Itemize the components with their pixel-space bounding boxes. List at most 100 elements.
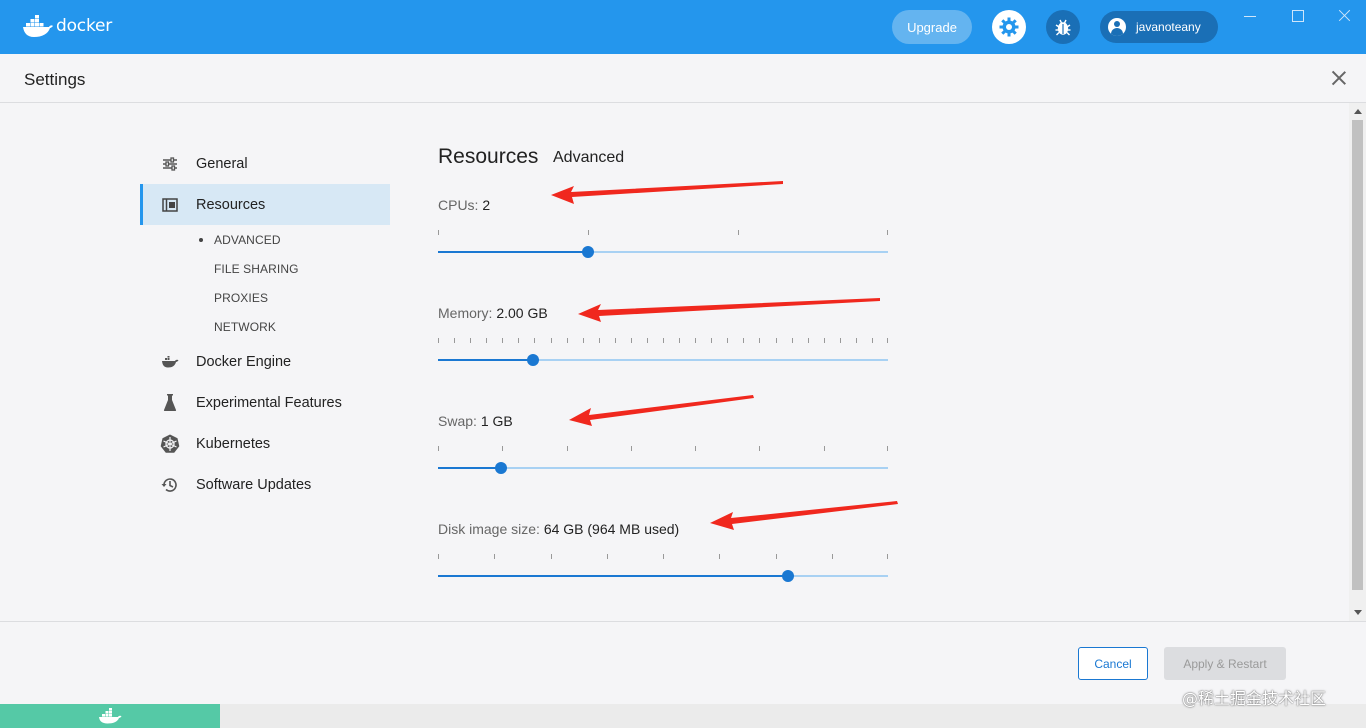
close-window-button[interactable] (1337, 8, 1351, 22)
slider-thumb[interactable] (582, 246, 594, 258)
sidebar-item-label: Experimental Features (196, 394, 342, 411)
slider-thumb[interactable] (527, 354, 539, 366)
slider-tick (551, 338, 552, 343)
swap-slider[interactable] (438, 440, 888, 480)
sidebar-item-experimental-features[interactable]: Experimental Features (140, 382, 390, 423)
cpus-value: 2 (482, 197, 491, 213)
slider-tick (438, 338, 439, 343)
memory-label: Memory: 2.00 GB (438, 305, 548, 321)
sidebar-item-resources[interactable]: Resources (140, 184, 390, 225)
status-bar (0, 704, 220, 728)
footer-divider (0, 621, 1366, 622)
settings-button[interactable] (992, 10, 1026, 44)
sidebar-item-software-updates[interactable]: Software Updates (140, 464, 390, 505)
resources-icon (160, 195, 180, 215)
scroll-up-arrow-icon[interactable] (1354, 109, 1362, 114)
annotation-arrow-cpus (551, 181, 783, 204)
slider-thumb[interactable] (495, 462, 507, 474)
cpus-label-text: CPUs: (438, 197, 479, 213)
maximize-window-button[interactable] (1292, 10, 1304, 22)
slider-tick (583, 338, 584, 343)
slider-tick (743, 338, 744, 343)
sidebar-item-general[interactable]: General (140, 143, 390, 184)
slider-tick (887, 338, 888, 343)
docker-status-whale-icon (99, 708, 122, 724)
sidebar-item-docker-engine[interactable]: Docker Engine (140, 341, 390, 382)
history-clock-icon (160, 475, 180, 495)
slider-tick (776, 554, 777, 559)
disk-slider[interactable] (438, 548, 888, 588)
account-button[interactable]: javanoteany (1100, 11, 1218, 43)
flask-icon (160, 393, 180, 413)
top-bar: docker Upgrade javanoteany (0, 0, 1366, 54)
close-settings-icon[interactable] (1331, 70, 1347, 86)
slider-tick (776, 338, 777, 343)
cancel-button[interactable]: Cancel (1078, 647, 1148, 680)
scroll-down-arrow-icon[interactable] (1354, 610, 1362, 615)
slider-tick (840, 338, 841, 343)
slider-fill (438, 251, 588, 253)
upgrade-button[interactable]: Upgrade (892, 10, 972, 44)
cpus-slider[interactable] (438, 224, 888, 264)
slider-tick (494, 554, 495, 559)
slider-tick (502, 338, 503, 343)
slider-tick (663, 338, 664, 343)
page-title: Settings (24, 70, 86, 89)
slider-tick (599, 338, 600, 343)
slider-tick (832, 554, 833, 559)
slider-thumb[interactable] (782, 570, 794, 582)
apply-restart-button[interactable]: Apply & Restart (1164, 647, 1286, 680)
slider-fill (438, 467, 501, 469)
scroll-thumb[interactable] (1352, 120, 1363, 590)
docker-logo: docker (22, 14, 112, 38)
swap-label-text: Swap: (438, 413, 477, 429)
sliders-icon (160, 154, 180, 174)
slider-tick (607, 554, 608, 559)
swap-value: 1 GB (480, 413, 513, 429)
memory-value: 2.00 GB (496, 305, 548, 321)
slider-tick (486, 338, 487, 343)
slider-tick (534, 338, 535, 343)
disk-label: Disk image size: 64 GB (964 MB used) (438, 521, 679, 537)
sidebar-item-kubernetes[interactable]: Kubernetes (140, 423, 390, 464)
username: javanoteany (1136, 20, 1201, 34)
slider-tick (856, 338, 857, 343)
slider-tick (567, 446, 568, 451)
settings-header: Settings (0, 54, 1366, 103)
vertical-scrollbar[interactable] (1349, 103, 1366, 621)
troubleshoot-button[interactable] (1046, 10, 1080, 44)
memory-slider[interactable] (438, 332, 888, 372)
slider-tick (824, 446, 825, 451)
sidebar-item-label: Kubernetes (196, 435, 271, 452)
slider-tick (588, 230, 589, 235)
bug-icon (1055, 19, 1071, 36)
sidebar-item-label: General (196, 155, 248, 172)
slider-tick (438, 554, 439, 559)
slider-tick (792, 338, 793, 343)
minimize-window-button[interactable] (1243, 8, 1257, 22)
slider-tick (695, 338, 696, 343)
slider-tick (727, 338, 728, 343)
slider-tick (551, 554, 552, 559)
swap-label: Swap: 1 GB (438, 413, 513, 429)
slider-tick (663, 554, 664, 559)
slider-tick (759, 338, 760, 343)
slider-fill (438, 359, 533, 361)
sidebar-subitem-network[interactable]: NETWORK (214, 320, 276, 334)
sidebar-subitem-advanced[interactable]: ADVANCED (199, 233, 281, 247)
sidebar-item-label: Software Updates (196, 476, 312, 493)
docker-whale-icon (23, 15, 53, 37)
memory-label-text: Memory: (438, 305, 493, 321)
slider-fill (438, 575, 788, 577)
slider-tick (567, 338, 568, 343)
whale-icon (160, 352, 180, 372)
gear-icon (999, 17, 1019, 37)
sidebar-subitem-file-sharing[interactable]: FILE SHARING (214, 262, 299, 276)
annotation-arrow-memory (578, 298, 880, 322)
sidebar-item-label: Resources (196, 196, 266, 213)
annotation-arrow-disk (710, 501, 898, 530)
sidebar-subitem-proxies[interactable]: PROXIES (214, 291, 268, 305)
slider-tick (615, 338, 616, 343)
disk-value: 64 GB (964 MB used) (543, 521, 680, 537)
kubernetes-helm-icon (160, 434, 180, 454)
